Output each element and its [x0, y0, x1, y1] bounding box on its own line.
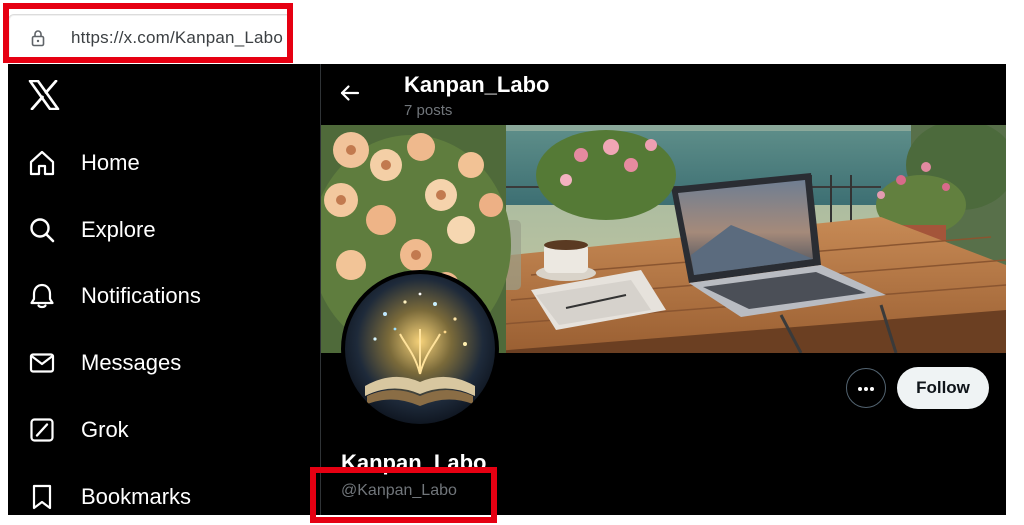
- sidebar-item-label: Grok: [81, 417, 129, 442]
- sidebar-item-label: Explore: [81, 217, 156, 242]
- home-icon: [28, 149, 56, 177]
- x-logo-icon[interactable]: [28, 79, 60, 115]
- sidebar-item-label: Notifications: [81, 283, 201, 308]
- more-icon: [857, 379, 875, 397]
- post-count: 7 posts: [404, 102, 453, 119]
- x-window: Home Explore Notifications Messages Grok…: [8, 64, 1006, 515]
- url-highlight-box: [3, 3, 293, 63]
- sidebar: Home Explore Notifications Messages Grok…: [8, 64, 320, 515]
- sidebar-item-bookmarks[interactable]: Bookmarks: [28, 477, 191, 515]
- sidebar-item-label: Messages: [81, 350, 182, 375]
- bell-icon: [28, 282, 56, 310]
- follow-button[interactable]: Follow: [897, 367, 989, 409]
- more-options-button[interactable]: [846, 368, 886, 408]
- profile-main: Kanpan_Labo 7 posts Follow Kanpan_Labo @…: [321, 64, 1006, 515]
- envelope-icon: [28, 349, 56, 377]
- sidebar-item-messages[interactable]: Messages: [28, 343, 181, 383]
- sidebar-item-label: Bookmarks: [81, 484, 192, 509]
- handle-highlight-box: [310, 467, 497, 523]
- profile-header-name: Kanpan_Labo: [404, 72, 550, 97]
- grok-icon: [28, 416, 56, 444]
- sidebar-item-explore[interactable]: Explore: [28, 210, 156, 250]
- sidebar-item-grok[interactable]: Grok: [28, 410, 129, 450]
- bookmark-icon: [28, 483, 56, 511]
- sidebar-item-home[interactable]: Home: [28, 143, 140, 183]
- profile-avatar[interactable]: [341, 270, 499, 428]
- sidebar-item-label: Home: [81, 150, 140, 175]
- back-arrow-icon[interactable]: [339, 82, 361, 109]
- search-icon: [28, 216, 56, 244]
- sidebar-item-notifications[interactable]: Notifications: [28, 276, 201, 316]
